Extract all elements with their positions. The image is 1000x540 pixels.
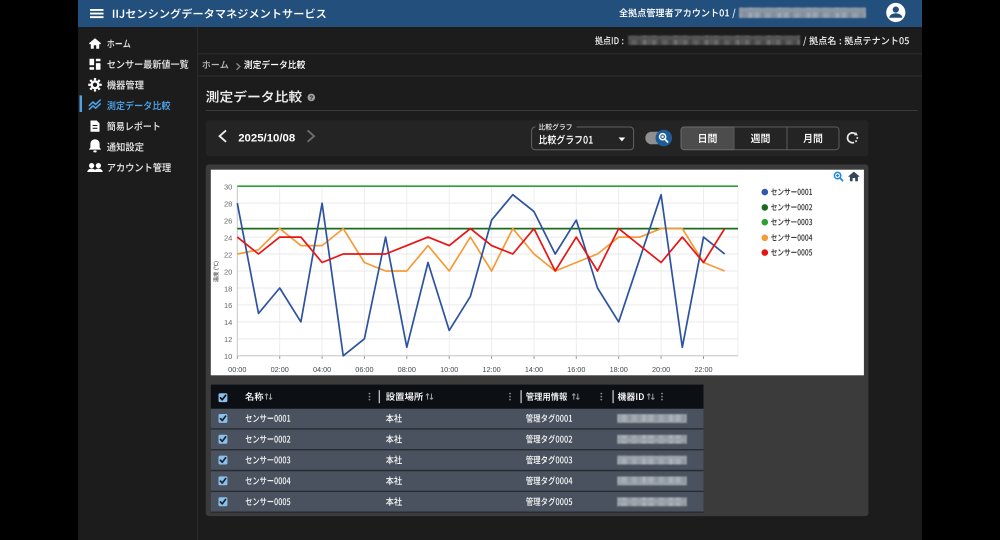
svg-text:24: 24 <box>224 233 232 242</box>
svg-text:14:00: 14:00 <box>525 365 543 374</box>
svg-text:20: 20 <box>224 267 232 276</box>
svg-text:22:00: 22:00 <box>694 365 712 374</box>
svg-text:?: ? <box>309 95 313 102</box>
svg-text:14: 14 <box>224 318 232 327</box>
svg-text:26: 26 <box>224 216 232 225</box>
svg-text:02:00: 02:00 <box>271 365 289 374</box>
svg-text:28: 28 <box>224 200 232 209</box>
svg-text:06:00: 06:00 <box>355 365 373 374</box>
svg-text:22: 22 <box>224 250 232 259</box>
svg-text:18:00: 18:00 <box>610 365 628 374</box>
svg-text:30: 30 <box>224 183 232 192</box>
svg-text:12: 12 <box>224 335 232 344</box>
svg-text:10: 10 <box>224 352 232 361</box>
svg-text:12:00: 12:00 <box>482 365 500 374</box>
svg-text:16: 16 <box>224 301 232 310</box>
svg-text:2025/10/08: 2025/10/08 <box>238 132 295 144</box>
svg-text:04:00: 04:00 <box>313 365 331 374</box>
svg-text:08:00: 08:00 <box>398 365 416 374</box>
svg-text:00:00: 00:00 <box>228 365 246 374</box>
svg-text:16:00: 16:00 <box>567 365 585 374</box>
svg-text:10:00: 10:00 <box>440 365 458 374</box>
svg-text:20:00: 20:00 <box>652 365 670 374</box>
svg-text:18: 18 <box>224 284 232 293</box>
